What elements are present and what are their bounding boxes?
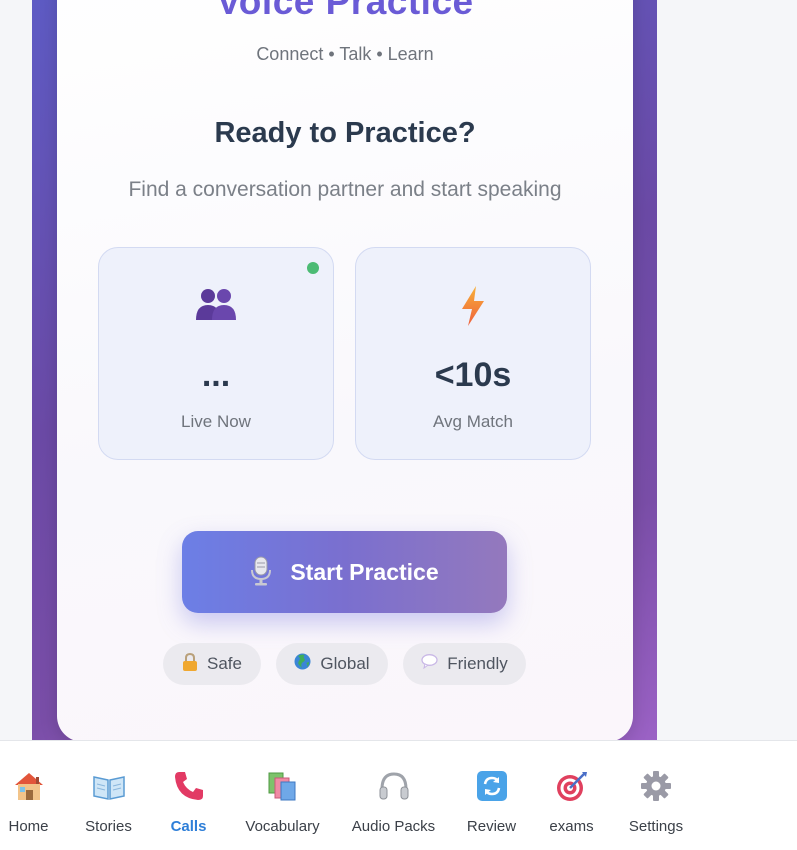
live-status-dot bbox=[307, 262, 319, 274]
start-practice-label: Start Practice bbox=[290, 558, 439, 585]
nav-item-vocabulary[interactable]: Vocabulary bbox=[240, 741, 325, 850]
microphone-icon bbox=[250, 556, 272, 589]
nav-label-vocabulary: Vocabulary bbox=[245, 818, 320, 835]
global-chip: Global bbox=[276, 643, 388, 685]
nav-item-audio-packs[interactable]: Audio Packs bbox=[350, 741, 437, 850]
ready-subheading: Find a conversation partner and start sp… bbox=[128, 178, 562, 201]
nav-label-audio-packs: Audio Packs bbox=[351, 818, 436, 835]
app-title: Voice Practice bbox=[216, 0, 474, 22]
avg-match-label: Avg Match bbox=[432, 412, 513, 431]
headphones-icon bbox=[350, 769, 437, 805]
nav-label-stories: Stories bbox=[85, 818, 132, 835]
global-chip-label: Global bbox=[320, 654, 370, 673]
nav-item-stories[interactable]: Stories bbox=[80, 741, 137, 850]
nav-item-calls[interactable]: Calls bbox=[160, 741, 217, 850]
app-tagline: Connect • Talk • Learn bbox=[256, 44, 434, 64]
nav-item-exams[interactable]: exams bbox=[543, 741, 600, 850]
gear-icon bbox=[623, 769, 689, 805]
live-now-stat-card: ... Live Now bbox=[98, 247, 334, 460]
avg-match-stat-card: <10s Avg Match bbox=[355, 247, 591, 460]
open-book-icon bbox=[80, 769, 137, 805]
avg-match-value: <10s bbox=[434, 356, 512, 394]
nav-label-calls: Calls bbox=[170, 818, 207, 835]
safe-chip: Safe bbox=[163, 643, 261, 685]
lock-icon bbox=[182, 652, 198, 676]
ready-heading: Ready to Practice? bbox=[214, 117, 476, 149]
nav-label-home: Home bbox=[8, 818, 49, 835]
speech-bubble-icon bbox=[421, 654, 438, 674]
nav-item-home[interactable]: Home bbox=[0, 741, 57, 850]
books-icon bbox=[240, 769, 325, 805]
nav-item-review[interactable]: Review bbox=[463, 741, 520, 850]
house-icon bbox=[0, 769, 57, 805]
nav-label-exams: exams bbox=[549, 818, 594, 835]
lightning-icon bbox=[356, 286, 590, 330]
live-now-label: Live Now bbox=[181, 412, 251, 431]
globe-icon bbox=[294, 653, 311, 675]
people-icon bbox=[99, 286, 333, 330]
friendly-chip: Friendly bbox=[403, 643, 526, 685]
nav-label-review: Review bbox=[466, 818, 517, 835]
nav-item-settings[interactable]: Settings bbox=[623, 741, 689, 850]
nav-label-settings: Settings bbox=[628, 818, 684, 835]
start-practice-button[interactable]: Start Practice bbox=[182, 531, 507, 613]
refresh-icon bbox=[463, 769, 520, 805]
safe-chip-label: Safe bbox=[207, 654, 242, 673]
phone-icon bbox=[160, 769, 217, 805]
live-now-value: ... bbox=[201, 356, 231, 394]
target-icon bbox=[543, 769, 600, 805]
bottom-navigation: Home Stories Calls Vocabulary Audio Pack… bbox=[0, 740, 797, 850]
friendly-chip-label: Friendly bbox=[447, 654, 508, 673]
